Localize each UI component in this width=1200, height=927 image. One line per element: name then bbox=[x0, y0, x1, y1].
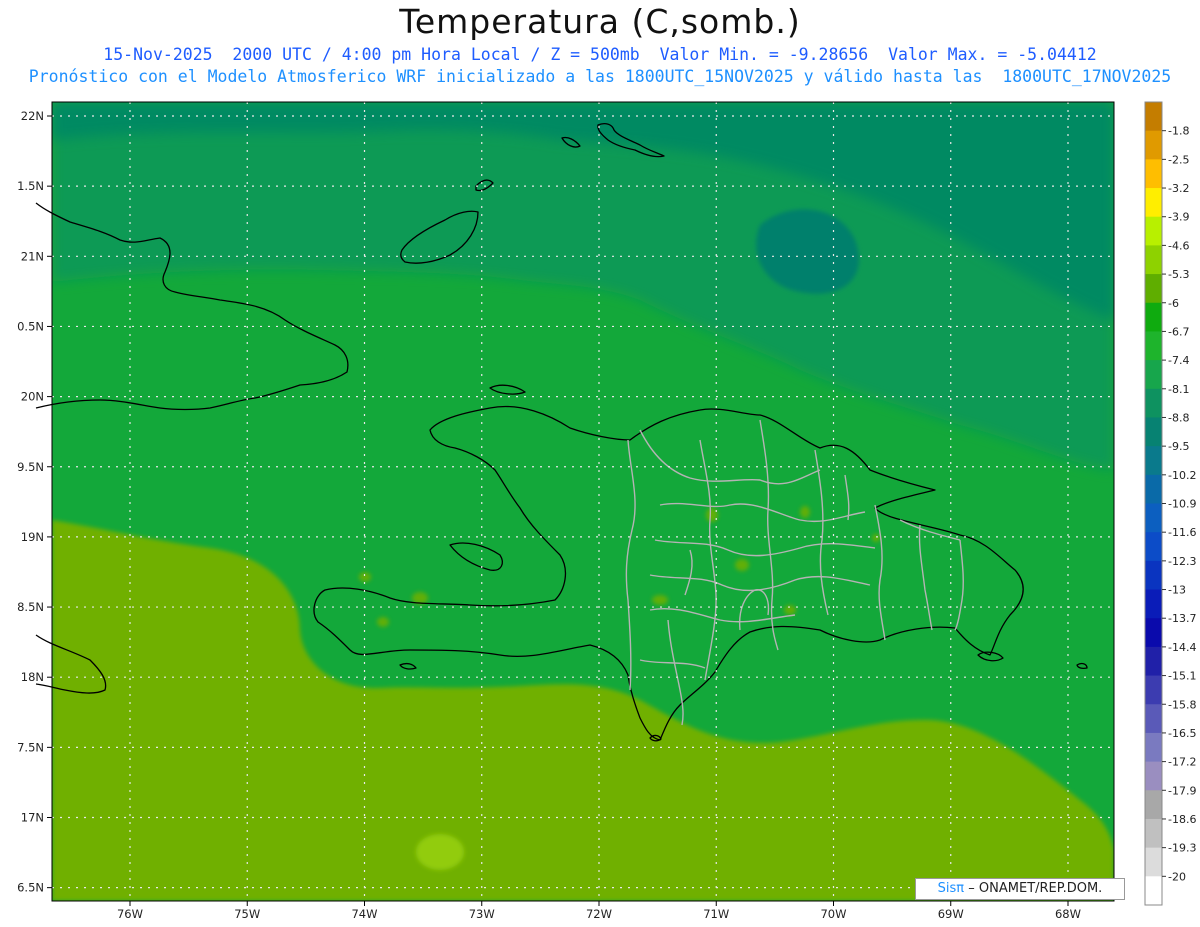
legend-swatch bbox=[1145, 331, 1162, 361]
legend-label: -15.1 bbox=[1168, 670, 1196, 683]
lon-label: 70W bbox=[820, 907, 846, 921]
legend-swatch bbox=[1145, 302, 1162, 332]
legend-label: -13 bbox=[1168, 584, 1186, 597]
legend-swatch bbox=[1145, 130, 1162, 160]
legend-label: -17.2 bbox=[1168, 756, 1196, 769]
legend-label: -4.6 bbox=[1168, 239, 1189, 252]
lat-label: 20N bbox=[21, 390, 44, 404]
lon-label: 72W bbox=[586, 907, 612, 921]
legend-swatch bbox=[1145, 761, 1162, 791]
legend-swatch bbox=[1145, 503, 1162, 533]
legend-swatch bbox=[1145, 102, 1162, 132]
lat-label: 1.5N bbox=[17, 179, 44, 193]
legend-label: -19.3 bbox=[1168, 842, 1196, 855]
legend-label: -6.7 bbox=[1168, 325, 1189, 338]
legend-label: -15.8 bbox=[1168, 698, 1196, 711]
lat-label: 19N bbox=[21, 530, 44, 544]
legend-swatch bbox=[1145, 675, 1162, 705]
lat-label: 6.5N bbox=[17, 881, 44, 895]
legend-label: -13.7 bbox=[1168, 612, 1196, 625]
legend-swatch bbox=[1145, 188, 1162, 218]
legend-swatch bbox=[1145, 876, 1162, 906]
legend-swatch bbox=[1145, 818, 1162, 849]
legend-swatch bbox=[1145, 790, 1162, 820]
lon-label: 71W bbox=[703, 907, 729, 921]
legend-swatch bbox=[1145, 474, 1162, 504]
legend-swatch bbox=[1145, 704, 1162, 734]
credit-text: – ONAMET/REP.DOM. bbox=[968, 881, 1103, 896]
credit-brand: Sisπ bbox=[937, 881, 965, 896]
legend-swatch bbox=[1145, 646, 1162, 677]
lat-label: 9.5N bbox=[17, 460, 44, 474]
legend-label: -3.9 bbox=[1168, 211, 1189, 224]
lon-label: 69W bbox=[938, 907, 964, 921]
lat-label: 8.5N bbox=[17, 600, 44, 614]
lat-label: 21N bbox=[21, 249, 44, 263]
legend-label: -14.4 bbox=[1168, 641, 1196, 654]
legend-label: -20 bbox=[1168, 870, 1186, 883]
legend-swatch bbox=[1145, 446, 1162, 476]
legend-swatch bbox=[1145, 618, 1162, 648]
lon-label: 75W bbox=[234, 907, 260, 921]
legend-swatch bbox=[1145, 847, 1162, 877]
legend-swatch bbox=[1145, 560, 1162, 591]
lon-label: 76W bbox=[117, 907, 143, 921]
legend-label: -8.8 bbox=[1168, 411, 1189, 424]
lon-label: 68W bbox=[1055, 907, 1081, 921]
legend-swatch bbox=[1145, 589, 1162, 619]
light-green-spot bbox=[416, 834, 464, 870]
legend-label: -9.5 bbox=[1168, 440, 1189, 453]
lat-label: 7.5N bbox=[17, 740, 44, 754]
legend-swatch bbox=[1145, 245, 1162, 275]
lat-label: 17N bbox=[21, 811, 44, 825]
legend-swatch bbox=[1145, 388, 1162, 418]
legend-label: -18.6 bbox=[1168, 813, 1196, 826]
legend-label: -10.9 bbox=[1168, 498, 1196, 511]
temperature-map: 76W 75W 74W 73W 72W 71W 70W 69W 68W 22N 1.5N 21N 0.5… bbox=[17, 101, 1196, 921]
legend-swatch bbox=[1145, 274, 1162, 304]
legend-swatch bbox=[1145, 417, 1162, 447]
legend-swatch bbox=[1145, 532, 1162, 562]
lon-label: 74W bbox=[351, 907, 377, 921]
legend-label: -1.8 bbox=[1168, 125, 1189, 138]
legend-swatch bbox=[1145, 360, 1162, 390]
legend-label: -17.9 bbox=[1168, 784, 1196, 797]
legend-label: -16.5 bbox=[1168, 727, 1196, 740]
lat-label: 22N bbox=[21, 109, 44, 123]
legend-label: -12.3 bbox=[1168, 555, 1196, 568]
legend-swatch bbox=[1145, 732, 1162, 763]
shaded-field bbox=[52, 102, 1114, 901]
legend-swatch bbox=[1145, 159, 1162, 189]
legend-label: -8.1 bbox=[1168, 383, 1189, 396]
legend-label: -6 bbox=[1168, 297, 1179, 310]
lat-label: 18N bbox=[21, 670, 44, 684]
legend-label: -2.5 bbox=[1168, 153, 1189, 166]
legend-label: -10.2 bbox=[1168, 469, 1196, 482]
legend-swatch bbox=[1145, 216, 1162, 246]
lat-label: 0.5N bbox=[17, 319, 44, 333]
credit-box: Sisπ – ONAMET/REP.DOM. bbox=[915, 878, 1125, 900]
legend-label: -3.2 bbox=[1168, 182, 1189, 195]
legend-label: -11.6 bbox=[1168, 526, 1196, 539]
legend-label: -5.3 bbox=[1168, 268, 1189, 281]
legend-label: -7.4 bbox=[1168, 354, 1189, 367]
lon-label: 73W bbox=[469, 907, 495, 921]
color-legend: -1.8 -2.5 -3.2 -3.9 -4.6 -5.3 -6 -6.7 -7.4 -8.1 -8… bbox=[1144, 101, 1196, 906]
